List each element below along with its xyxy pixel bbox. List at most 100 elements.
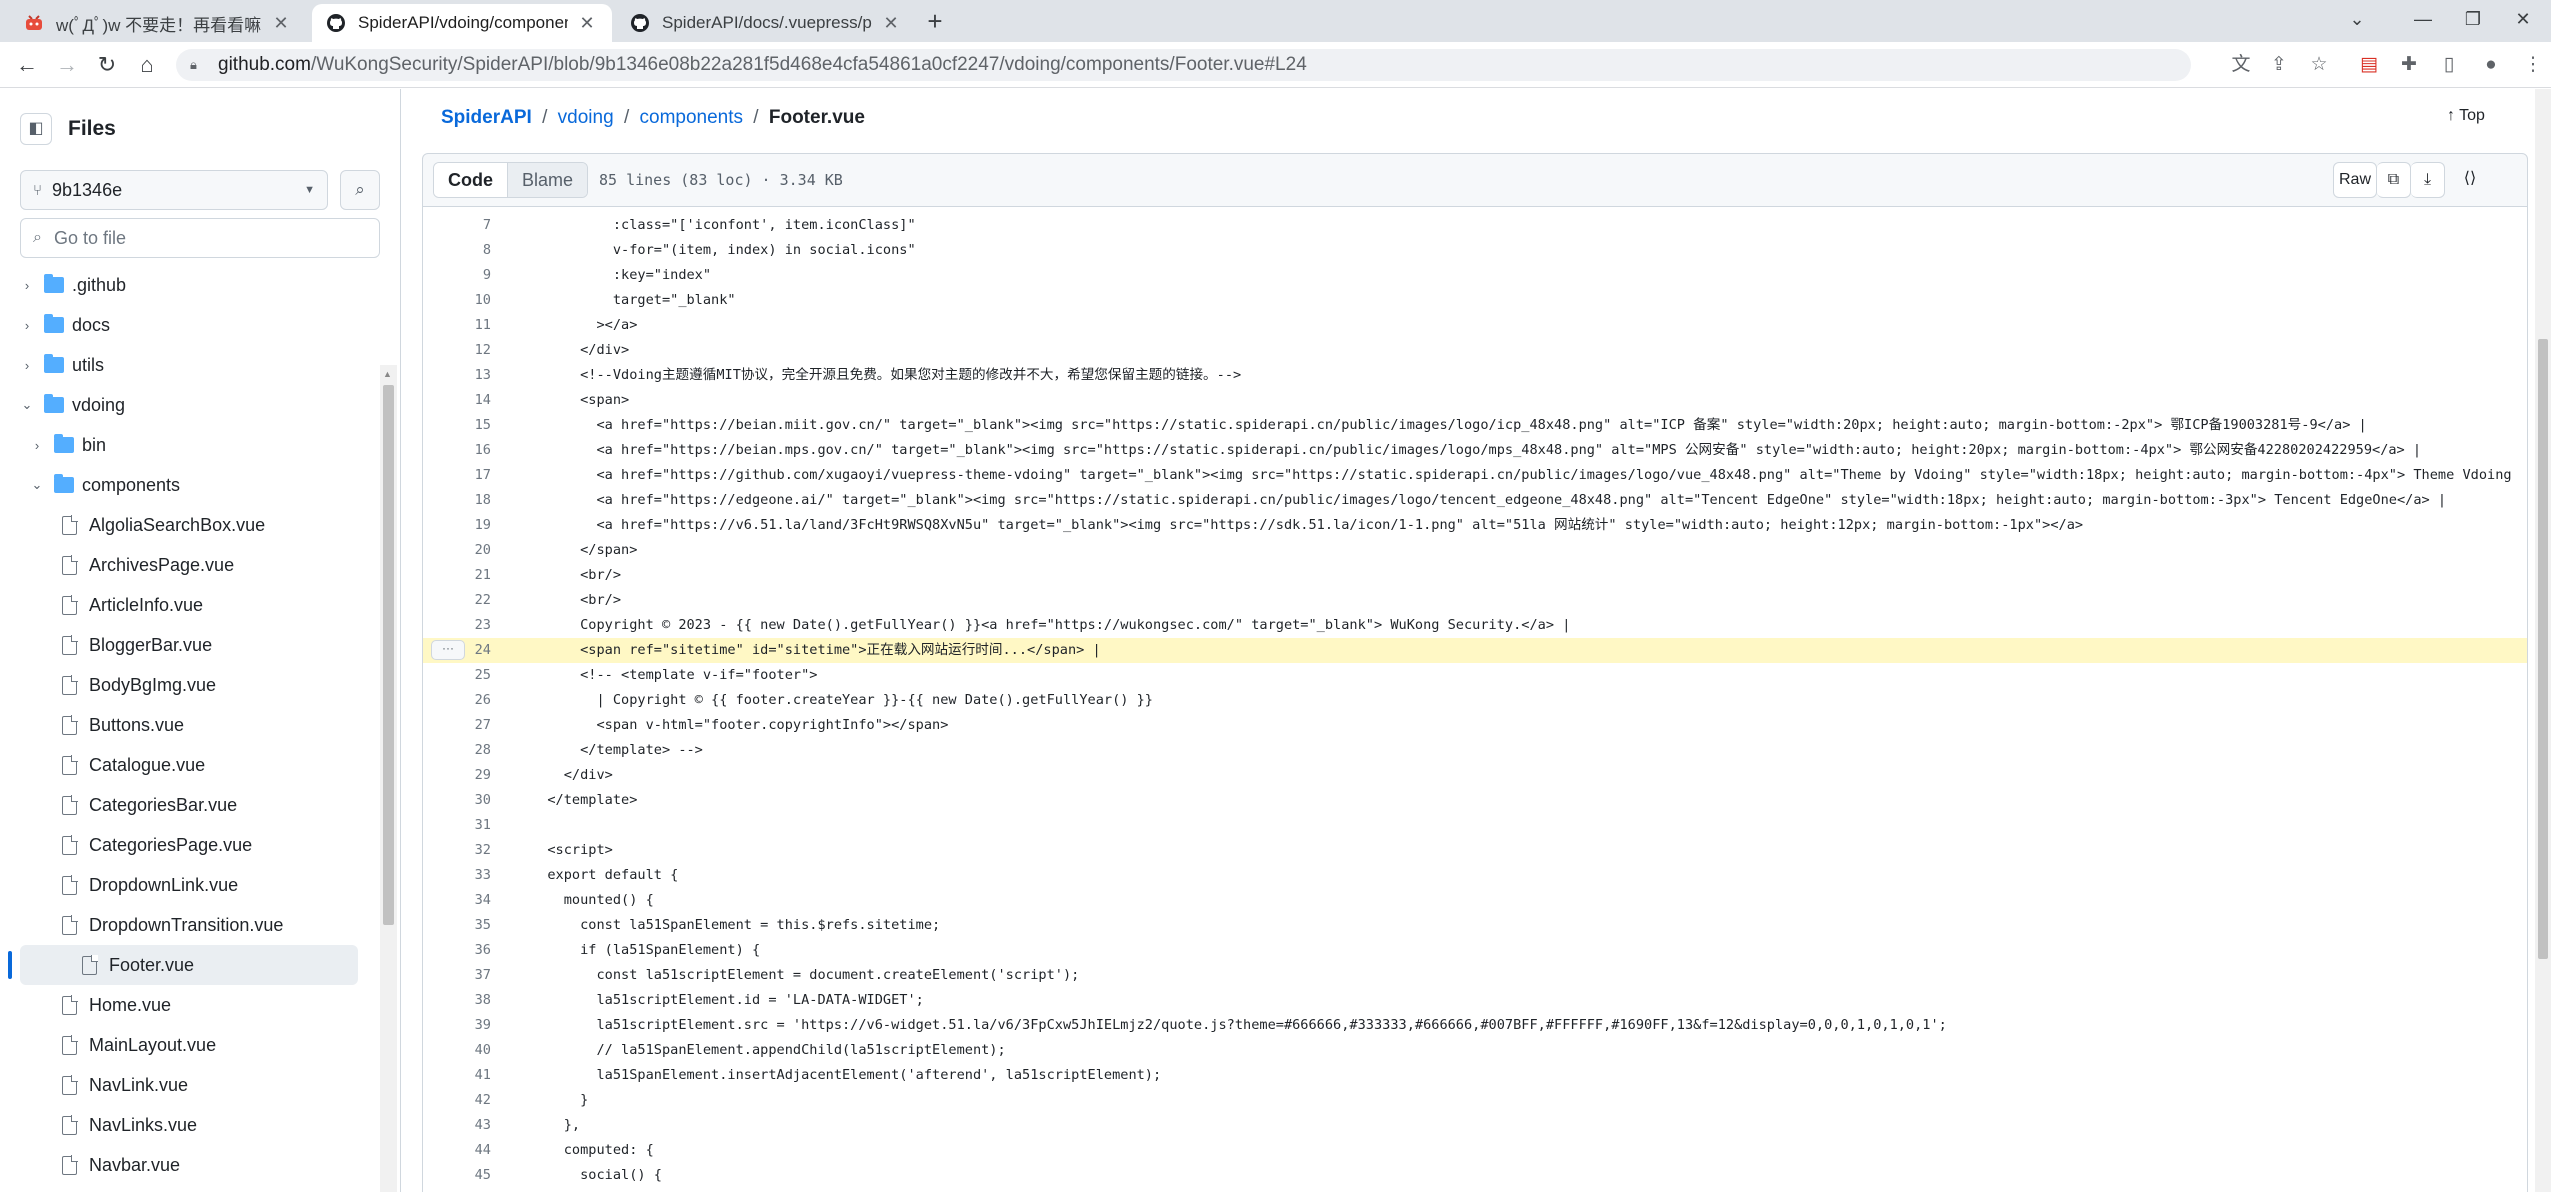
tree-folder[interactable]: ⌄ components xyxy=(0,465,358,505)
code-line[interactable]: 15 <a href="https://beian.miit.gov.cn/" … xyxy=(423,413,2527,438)
chevron-down-icon[interactable]: ⌄ xyxy=(30,477,44,493)
code-line[interactable]: 21 <br/> xyxy=(423,563,2527,588)
line-number[interactable]: 27 xyxy=(423,713,491,738)
line-number[interactable]: 32 xyxy=(423,838,491,863)
tree-file[interactable]: AlgoliaSearchBox.vue xyxy=(0,505,358,545)
line-number[interactable]: 43 xyxy=(423,1113,491,1138)
tree-file[interactable]: MainLayout.vue xyxy=(0,1025,358,1065)
tree-folder[interactable]: › docs xyxy=(0,305,358,345)
chevron-right-icon[interactable]: › xyxy=(30,438,44,453)
code-line[interactable]: 35 const la51SpanElement = this.$refs.si… xyxy=(423,913,2527,938)
code-line[interactable]: 20 </span> xyxy=(423,538,2527,563)
code-line[interactable]: 27 <span v-html="footer.copyrightInfo"><… xyxy=(423,713,2527,738)
code-line[interactable]: 44 computed: { xyxy=(423,1138,2527,1163)
breadcrumb-vdoing-link[interactable]: vdoing xyxy=(558,107,614,128)
line-number[interactable]: 21 xyxy=(423,563,491,588)
raw-button[interactable]: Raw xyxy=(2333,162,2377,198)
extension-red-icon[interactable]: ▤ xyxy=(2356,52,2382,78)
collapse-sidebar-icon[interactable]: ◧ xyxy=(20,113,52,145)
tree-file[interactable]: ArchivesPage.vue xyxy=(0,545,358,585)
line-number[interactable]: 11 xyxy=(423,313,491,338)
code-line[interactable]: 12 </div> xyxy=(423,338,2527,363)
code-line[interactable]: 17 <a href="https://github.com/xugaoyi/v… xyxy=(423,463,2527,488)
close-tab-icon[interactable]: ✕ xyxy=(576,13,598,34)
bookmark-star-icon[interactable]: ☆ xyxy=(2306,52,2332,78)
line-number[interactable]: 23 xyxy=(423,613,491,638)
code-line[interactable]: 34 mounted() { xyxy=(423,888,2527,913)
code-line[interactable]: 8 v-for="(item, index) in social.icons" xyxy=(423,238,2527,263)
line-number[interactable]: 15 xyxy=(423,413,491,438)
chevron-right-icon[interactable]: › xyxy=(20,318,34,333)
sidebar-scrollbar[interactable]: ▲ xyxy=(380,365,397,1192)
side-panel-icon[interactable]: ▯ xyxy=(2436,52,2462,78)
page-scrollbar[interactable] xyxy=(2535,89,2551,1192)
code-line[interactable]: 26 | Copyright © {{ footer.createYear }}… xyxy=(423,688,2527,713)
copy-icon[interactable]: ⧉ xyxy=(2377,162,2411,198)
top-button[interactable]: ↑ Top xyxy=(2447,107,2485,125)
line-number[interactable]: 16 xyxy=(423,438,491,463)
go-to-file-input[interactable]: ⌕ Go to file xyxy=(20,218,380,258)
extensions-puzzle-icon[interactable]: ✚ xyxy=(2396,52,2422,78)
code-line[interactable]: 22 <br/> xyxy=(423,588,2527,613)
line-number[interactable]: 42 xyxy=(423,1088,491,1113)
line-number[interactable]: 31 xyxy=(423,813,491,838)
code-line[interactable]: 16 <a href="https://beian.mps.gov.cn/" t… xyxy=(423,438,2527,463)
scroll-up-arrow-icon[interactable]: ▲ xyxy=(383,369,392,379)
code-line[interactable]: 9 :key="index" xyxy=(423,263,2527,288)
tab-blame[interactable]: Blame xyxy=(508,163,588,197)
code-line[interactable]: 11 ></a> xyxy=(423,313,2527,338)
code-line[interactable]: 41 la51SpanElement.insertAdjacentElement… xyxy=(423,1063,2527,1088)
code-line[interactable]: 19 <a href="https://v6.51.la/land/3FcHt9… xyxy=(423,513,2527,538)
maximize-button[interactable]: ❐ xyxy=(2456,4,2490,34)
code-line[interactable]: 23 Copyright © 2023 - {{ new Date().getF… xyxy=(423,613,2527,638)
browser-tab-2[interactable]: SpiderAPI/vdoing/components/ ✕ xyxy=(312,4,612,42)
code-line[interactable]: 37 const la51scriptElement = document.cr… xyxy=(423,963,2527,988)
forward-arrow-icon[interactable]: → xyxy=(52,50,82,80)
breadcrumb-repo-link[interactable]: SpiderAPI xyxy=(441,107,532,128)
code-line[interactable]: 10 target="_blank" xyxy=(423,288,2527,313)
tab-search-chevron-icon[interactable]: ⌄ xyxy=(2340,4,2374,34)
line-number[interactable]: 29 xyxy=(423,763,491,788)
tree-folder[interactable]: ⌄ vdoing xyxy=(0,385,358,425)
code-line[interactable]: 28 </template> --> xyxy=(423,738,2527,763)
code-line[interactable]: 42 } xyxy=(423,1088,2527,1113)
branch-selector[interactable]: ⑂ 9b1346e ▼ xyxy=(20,170,328,210)
line-number[interactable]: 7 xyxy=(423,213,491,238)
line-number[interactable]: 28 xyxy=(423,738,491,763)
profile-avatar-icon[interactable]: ● xyxy=(2478,52,2504,78)
tree-folder[interactable]: › .github xyxy=(0,265,358,305)
line-number[interactable]: 36 xyxy=(423,938,491,963)
code-line[interactable]: 40 // la51SpanElement.appendChild(la51sc… xyxy=(423,1038,2527,1063)
line-number[interactable]: 17 xyxy=(423,463,491,488)
line-number[interactable]: 38 xyxy=(423,988,491,1013)
chevron-right-icon[interactable]: › xyxy=(20,278,34,293)
browser-tab-3[interactable]: SpiderAPI/docs/.vuepress/publ ✕ xyxy=(616,4,916,42)
code-line[interactable]: 43 }, xyxy=(423,1113,2527,1138)
code-line[interactable]: 14 <span> xyxy=(423,388,2527,413)
tree-file[interactable]: NavLinks.vue xyxy=(0,1105,358,1145)
home-icon[interactable]: ⌂ xyxy=(132,50,162,80)
line-number[interactable]: 22 xyxy=(423,588,491,613)
tree-folder[interactable]: › utils xyxy=(0,345,358,385)
download-icon[interactable]: ⤓ xyxy=(2411,162,2445,198)
tree-file[interactable]: DropdownLink.vue xyxy=(0,865,358,905)
line-number[interactable]: 45 xyxy=(423,1163,491,1188)
tree-file[interactable]: Footer.vue xyxy=(20,945,358,985)
line-number[interactable]: 19 xyxy=(423,513,491,538)
tree-file[interactable]: Navbar.vue xyxy=(0,1145,358,1185)
tree-file[interactable]: BloggerBar.vue xyxy=(0,625,358,665)
back-arrow-icon[interactable]: ← xyxy=(12,50,42,80)
code-line[interactable]: 39 la51scriptElement.src = 'https://v6-w… xyxy=(423,1013,2527,1038)
line-number[interactable]: 18 xyxy=(423,488,491,513)
close-window-button[interactable]: ✕ xyxy=(2506,4,2540,34)
line-number[interactable]: 35 xyxy=(423,913,491,938)
line-number[interactable]: 37 xyxy=(423,963,491,988)
code-line[interactable]: 25 <!-- <template v-if="footer"> xyxy=(423,663,2527,688)
line-number[interactable]: 30 xyxy=(423,788,491,813)
line-number[interactable]: 44 xyxy=(423,1138,491,1163)
code-line[interactable]: 7 :class="['iconfont', item.iconClass]" xyxy=(423,213,2527,238)
line-number[interactable]: 25 xyxy=(423,663,491,688)
tree-file[interactable]: Catalogue.vue xyxy=(0,745,358,785)
code-line-highlighted[interactable]: ··· 24 <span ref="sitetime" id="sitetime"… xyxy=(423,638,2527,663)
line-number[interactable]: 9 xyxy=(423,263,491,288)
